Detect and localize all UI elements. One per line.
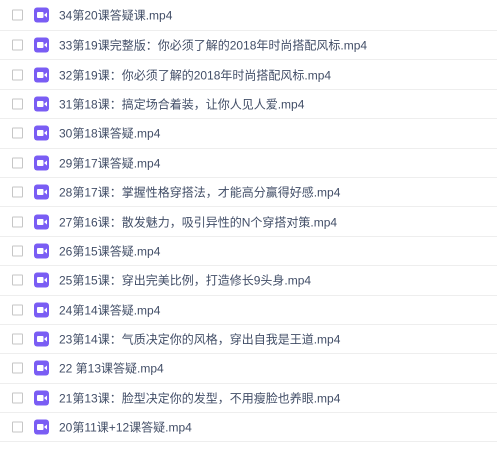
video-file-icon: [34, 96, 49, 112]
row-checkbox[interactable]: [12, 9, 23, 21]
row-checkbox[interactable]: [12, 216, 23, 228]
file-name[interactable]: 23第14课：气质决定你的风格，穿出自我是王道.mp4: [59, 331, 340, 348]
file-row[interactable]: 22 第13课答疑.mp4: [0, 354, 497, 384]
file-name[interactable]: 34第20课答疑课.mp4: [59, 7, 172, 24]
file-name[interactable]: 32第19课：你必须了解的2018年时尚搭配风标.mp4: [59, 66, 331, 83]
file-list: 34第20课答疑课.mp4 33第19课完整版：你必须了解的2018年时尚搭配风…: [0, 0, 497, 443]
row-checkbox[interactable]: [12, 127, 23, 139]
video-file-icon: [34, 331, 49, 347]
row-checkbox[interactable]: [12, 392, 23, 404]
row-checkbox[interactable]: [12, 186, 23, 198]
video-file-icon: [34, 302, 49, 318]
file-row[interactable]: 31第18课：搞定场合着装，让你人见人爱.mp4: [0, 90, 497, 120]
file-row[interactable]: 26第15课答疑.mp4: [0, 237, 497, 267]
file-row[interactable]: 34第20课答疑课.mp4: [0, 0, 497, 31]
file-name[interactable]: 27第16课：散发魅力，吸引异性的N个穿搭对策.mp4: [59, 213, 337, 230]
row-checkbox[interactable]: [12, 362, 23, 374]
row-checkbox[interactable]: [12, 245, 23, 257]
row-checkbox[interactable]: [12, 157, 23, 169]
video-file-icon: [34, 360, 49, 376]
row-checkbox[interactable]: [12, 98, 23, 110]
row-checkbox[interactable]: [12, 421, 23, 433]
file-row[interactable]: 23第14课：气质决定你的风格，穿出自我是王道.mp4: [0, 325, 497, 355]
video-file-icon: [34, 37, 49, 53]
row-checkbox[interactable]: [12, 333, 23, 345]
row-checkbox[interactable]: [12, 304, 23, 316]
file-name[interactable]: 29第17课答疑.mp4: [59, 154, 160, 171]
file-row[interactable]: 29第17课答疑.mp4: [0, 149, 497, 178]
file-row[interactable]: 32第19课：你必须了解的2018年时尚搭配风标.mp4: [0, 60, 497, 90]
video-file-icon: [34, 155, 49, 171]
video-file-icon: [34, 67, 49, 83]
file-row[interactable]: 33第19课完整版：你必须了解的2018年时尚搭配风标.mp4: [0, 31, 497, 61]
file-name[interactable]: 24第14课答疑.mp4: [59, 301, 160, 318]
video-file-icon: [34, 272, 49, 288]
video-file-icon: [34, 184, 49, 200]
file-row[interactable]: 24第14课答疑.mp4: [0, 296, 497, 325]
file-row[interactable]: 28第17课：掌握性格穿搭法，才能高分赢得好感.mp4: [0, 178, 497, 208]
file-row[interactable]: 21第13课：脸型决定你的发型，不用瘦脸也养眼.mp4: [0, 384, 497, 414]
row-checkbox[interactable]: [12, 69, 23, 81]
file-row[interactable]: 25第15课：穿出完美比例，打造修长9头身.mp4: [0, 266, 497, 296]
file-name[interactable]: 25第15课：穿出完美比例，打造修长9头身.mp4: [59, 272, 311, 289]
video-file-icon: [34, 243, 49, 259]
file-name[interactable]: 26第15课答疑.mp4: [59, 242, 160, 259]
file-name[interactable]: 33第19课完整版：你必须了解的2018年时尚搭配风标.mp4: [59, 37, 367, 54]
file-name[interactable]: 31第18课：搞定场合着装，让你人见人爱.mp4: [59, 95, 304, 112]
file-name[interactable]: 22 第13课答疑.mp4: [59, 360, 164, 377]
file-row[interactable]: 20第11课+12课答疑.mp4: [0, 413, 497, 443]
video-file-icon: [34, 125, 49, 141]
file-row[interactable]: 30第18课答疑.mp4: [0, 119, 497, 149]
video-file-icon: [34, 7, 49, 23]
file-row[interactable]: 27第16课：散发魅力，吸引异性的N个穿搭对策.mp4: [0, 207, 497, 237]
file-name[interactable]: 28第17课：掌握性格穿搭法，才能高分赢得好感.mp4: [59, 184, 340, 201]
file-name[interactable]: 20第11课+12课答疑.mp4: [59, 419, 192, 436]
row-checkbox[interactable]: [12, 274, 23, 286]
video-file-icon: [34, 419, 49, 435]
video-file-icon: [34, 214, 49, 230]
file-name[interactable]: 30第18课答疑.mp4: [59, 125, 160, 142]
file-name[interactable]: 21第13课：脸型决定你的发型，不用瘦脸也养眼.mp4: [59, 389, 340, 406]
video-file-icon: [34, 390, 49, 406]
row-checkbox[interactable]: [12, 39, 23, 51]
